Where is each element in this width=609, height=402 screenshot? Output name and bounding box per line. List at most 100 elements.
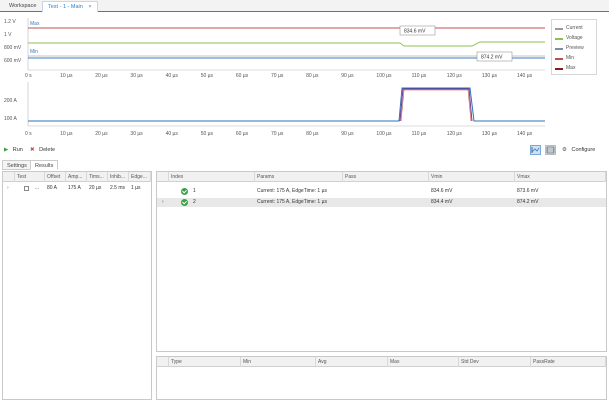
cell-vmax: 874.2 mV bbox=[517, 199, 539, 205]
cell-index: 2 bbox=[193, 199, 196, 205]
tab-workspace-label: Workspace bbox=[9, 3, 37, 9]
x-tick-label: 30 µs bbox=[130, 73, 143, 79]
col-time[interactable]: Tims... bbox=[87, 172, 108, 182]
table-row[interactable]: › ... 80 A 175 A 20 µs 2.5 ms 1 µs bbox=[3, 184, 151, 193]
col-inhibit[interactable]: Inhib... bbox=[108, 172, 129, 182]
run-button[interactable]: ▶ Run bbox=[4, 145, 23, 155]
max-line-label: Max bbox=[30, 21, 40, 27]
tab-results-label: Results bbox=[35, 163, 54, 169]
current-chart[interactable]: 200 A 100 A 0 s 10 µs 20 µs 30 µs 40 µs 50 µs… bbox=[0, 80, 550, 142]
x-tick-labels: 0 s 10 µs 20 µs 30 µs 40 µs 50 µs 60 µs 70 µs 80… bbox=[25, 73, 533, 79]
x-tick-label: 30 µs bbox=[130, 131, 143, 137]
delete-icon: ✖ bbox=[30, 147, 35, 153]
x-tick-label: 20 µs bbox=[95, 131, 108, 137]
x-tick-label: 70 µs bbox=[271, 73, 284, 79]
run-label: Run bbox=[12, 147, 23, 153]
cell-time: 20 µs bbox=[89, 185, 102, 191]
x-tick-label: 120 µs bbox=[447, 131, 463, 137]
tab-results[interactable]: Results bbox=[30, 160, 59, 170]
col-max[interactable]: Max bbox=[388, 357, 459, 367]
tab-test-main-label: Test - 1 - Main bbox=[48, 4, 83, 10]
y-tick-label: 1.2 V bbox=[4, 19, 16, 25]
cell-params: Current: 175 A, EdgeTime: 1 µs bbox=[257, 199, 327, 205]
legend-swatch bbox=[555, 58, 563, 60]
col-pass-rate[interactable]: PassRate bbox=[531, 357, 606, 367]
stats-grid-panel: Type Min Avg Max Std Dev PassRate bbox=[156, 356, 607, 400]
x-tick-label: 50 µs bbox=[201, 73, 214, 79]
row-expander-icon[interactable]: › bbox=[5, 184, 15, 193]
y-tick-label: 800 mV bbox=[4, 45, 22, 51]
legend-label: Current bbox=[566, 25, 583, 31]
legend-item-min[interactable]: Min bbox=[555, 55, 597, 63]
x-tick-label: 80 µs bbox=[306, 73, 319, 79]
col-amplitude[interactable]: Amp... bbox=[66, 172, 87, 182]
x-tick-labels: 0 s 10 µs 20 µs 30 µs 40 µs 50 µs 60 µs 70 µs 80… bbox=[25, 131, 533, 137]
table-row[interactable]: 1 Current: 175 A, EdgeTime: 1 µs 834.6 m… bbox=[157, 187, 606, 196]
cell-vmin: 834.4 mV bbox=[431, 199, 453, 205]
test-grid-panel: Test Offset Amp... Tims... Inhib... Edge… bbox=[2, 171, 152, 400]
col-test[interactable]: Test bbox=[15, 172, 45, 182]
tab-workspace[interactable]: Workspace bbox=[4, 1, 41, 12]
delete-button[interactable]: ✖ Delete bbox=[30, 145, 55, 155]
current-series-line bbox=[28, 87, 545, 122]
legend-item-voltage[interactable]: Voltage bbox=[555, 35, 597, 43]
callout-max-voltage-text: 874.2 mV bbox=[481, 55, 503, 61]
results-toolbar: ▶ Run ✖ Delete ⚙ Configure bbox=[0, 144, 609, 156]
stats-grid-header: Type Min Avg Max Std Dev PassRate bbox=[157, 357, 606, 367]
col-vmax[interactable]: Vmax bbox=[515, 172, 606, 182]
configure-button[interactable]: ⚙ Configure bbox=[562, 145, 595, 155]
voltage-chart[interactable]: 1.2 V 1 V 800 mV 600 mV Max Min 834.6 mV… bbox=[0, 14, 550, 80]
col-expander bbox=[157, 357, 169, 367]
cell-params: Current: 175 A, EdgeTime: 1 µs bbox=[257, 188, 327, 194]
table-row-selected[interactable]: › 2 Current: 175 A, EdgeTime: 1 µs 834.4… bbox=[157, 198, 606, 207]
x-tick-label: 140 µs bbox=[517, 73, 533, 79]
cell-amplitude: 175 A bbox=[68, 185, 81, 191]
x-tick-label: 100 µs bbox=[376, 131, 392, 137]
cell-inhibit: 2.5 ms bbox=[110, 185, 126, 191]
tab-settings[interactable]: Settings bbox=[2, 160, 32, 170]
legend-swatch bbox=[555, 68, 563, 70]
tab-test-main[interactable]: Test - 1 - Main × bbox=[42, 1, 98, 12]
legend-item-preview[interactable]: Preview bbox=[555, 45, 597, 53]
play-icon: ▶ bbox=[4, 147, 9, 153]
col-offset[interactable]: Offset bbox=[45, 172, 66, 182]
x-tick-label: 40 µs bbox=[166, 73, 179, 79]
document-tab-bar: Workspace Test - 1 - Main × bbox=[0, 0, 609, 12]
cell-vmax: 873.6 mV bbox=[517, 188, 539, 194]
col-vmin[interactable]: Vmin bbox=[429, 172, 515, 182]
close-icon[interactable]: × bbox=[88, 4, 91, 10]
x-tick-label: 90 µs bbox=[341, 131, 354, 137]
col-expander bbox=[157, 172, 169, 182]
legend-item-max[interactable]: Max bbox=[555, 65, 597, 73]
col-edge[interactable]: Edge... bbox=[129, 172, 151, 182]
x-tick-label: 110 µs bbox=[412, 131, 427, 137]
x-tick-label: 40 µs bbox=[166, 131, 179, 137]
row-selected-marker: › bbox=[162, 199, 164, 205]
delete-label: Delete bbox=[39, 147, 56, 153]
col-pass[interactable]: Pass bbox=[343, 172, 429, 182]
gear-icon: ⚙ bbox=[562, 147, 567, 153]
col-std-dev[interactable]: Std Dev bbox=[459, 357, 531, 367]
chart-view-button[interactable] bbox=[530, 145, 541, 155]
table-view-button[interactable] bbox=[545, 145, 556, 155]
current-pulse-overlay-2 bbox=[400, 89, 472, 122]
legend-item-current[interactable]: Current bbox=[555, 25, 597, 33]
col-expander bbox=[3, 172, 15, 182]
x-tick-label: 10 µs bbox=[60, 131, 73, 137]
cell-offset: 80 A bbox=[47, 185, 58, 191]
col-type[interactable]: Type bbox=[169, 357, 241, 367]
col-avg[interactable]: Avg bbox=[316, 357, 388, 367]
row-more[interactable]: ... bbox=[33, 184, 43, 193]
row-checkbox[interactable] bbox=[24, 186, 29, 191]
chart-view-icon bbox=[531, 147, 540, 153]
y-tick-label: 600 mV bbox=[4, 58, 22, 64]
configure-label: Configure bbox=[571, 147, 596, 153]
x-tick-label: 0 s bbox=[25, 73, 32, 79]
current-pulse-overlay bbox=[399, 88, 473, 122]
col-params[interactable]: Params bbox=[255, 172, 343, 182]
x-tick-label: 130 µs bbox=[482, 131, 498, 137]
x-tick-label: 110 µs bbox=[412, 73, 427, 79]
col-index[interactable]: Index bbox=[169, 172, 255, 182]
legend-swatch bbox=[555, 28, 563, 30]
col-min[interactable]: Min bbox=[241, 357, 316, 367]
